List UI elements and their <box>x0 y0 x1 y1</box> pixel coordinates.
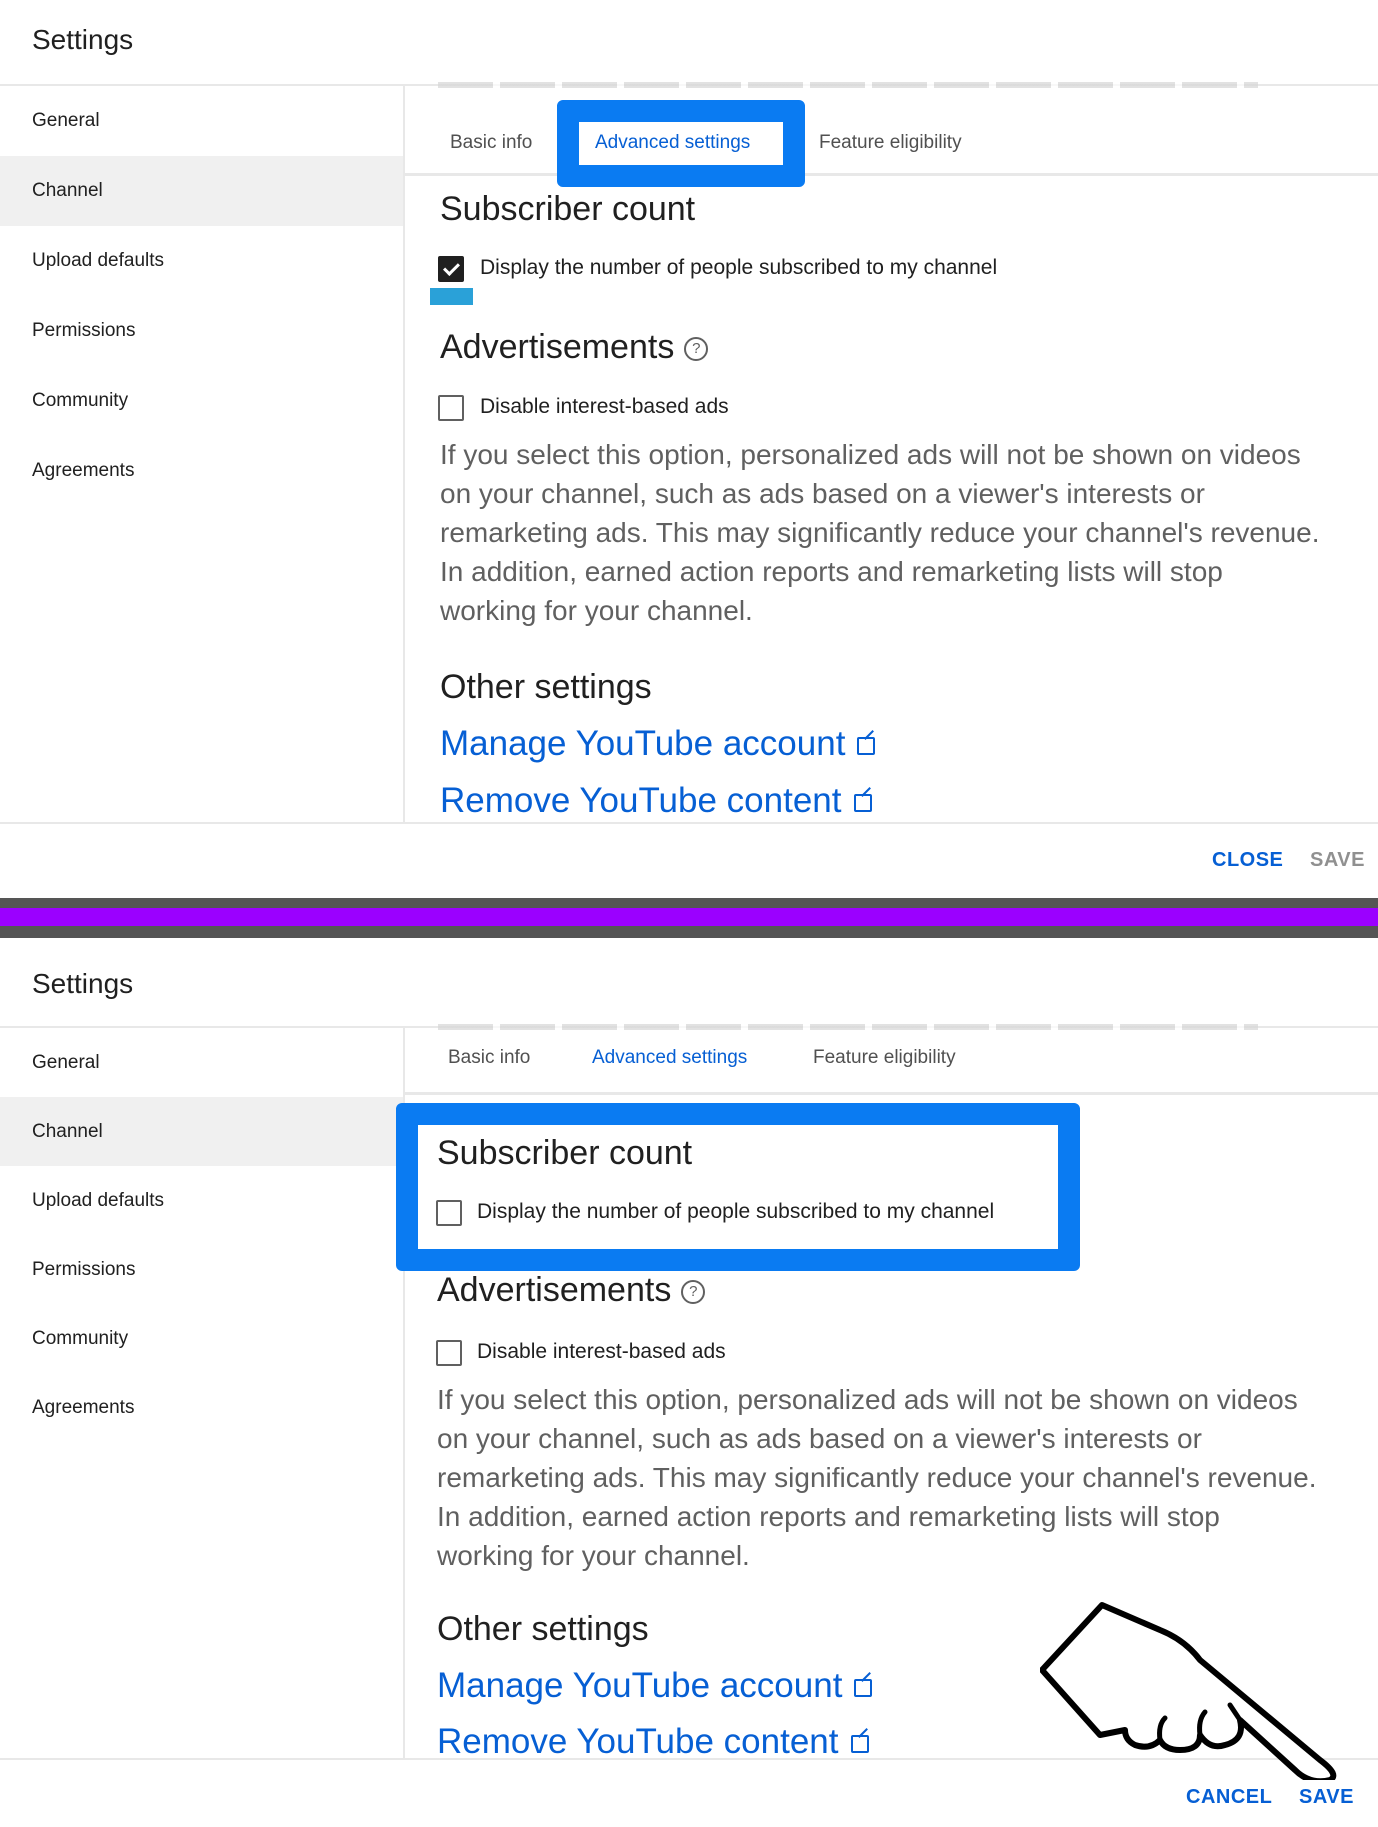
subscriber-count-heading: Subscriber count <box>440 190 696 228</box>
sidebar-item-upload-defaults[interactable]: Upload defaults <box>0 1166 403 1235</box>
disable-ads-label: Disable interest-based ads <box>477 1340 726 1363</box>
advertisements-heading: Advertisements? <box>440 328 709 367</box>
sidebar-item-agreements[interactable]: Agreements <box>0 436 403 506</box>
focus-indicator <box>430 288 473 305</box>
separator-bar <box>0 908 1378 926</box>
external-link-icon <box>850 1734 869 1753</box>
subscriber-count-checkbox[interactable] <box>436 1200 462 1226</box>
sidebar-item-general[interactable]: General <box>0 86 403 156</box>
save-button[interactable]: SAVE <box>1299 1786 1354 1809</box>
external-link-icon <box>854 1678 873 1697</box>
subscriber-count-checkbox[interactable] <box>438 256 464 282</box>
subscriber-count-label: Display the number of people subscribed … <box>477 1200 995 1223</box>
dialog-title: Settings <box>32 24 134 55</box>
subscriber-count-heading: Subscriber count <box>437 1134 693 1172</box>
dialog-title: Settings <box>32 968 134 999</box>
tab-feature-eligibility[interactable]: Feature eligibility <box>813 1028 956 1088</box>
sidebar-item-upload-defaults[interactable]: Upload defaults <box>0 226 403 296</box>
sidebar-item-community[interactable]: Community <box>0 366 403 436</box>
settings-sidebar: General Channel Upload defaults Permissi… <box>0 86 405 822</box>
remove-content-link[interactable]: Remove YouTube content <box>437 1722 869 1762</box>
sidebar-item-channel[interactable]: Channel <box>0 1097 403 1166</box>
pointing-hand-icon <box>1040 1602 1337 1780</box>
tab-advanced-settings[interactable]: Advanced settings <box>592 1028 747 1088</box>
other-settings-heading: Other settings <box>440 668 652 706</box>
ads-description: If you select this option, personalized … <box>437 1384 1317 1571</box>
scrolled-content-fade <box>438 82 1258 88</box>
other-settings-heading: Other settings <box>437 1610 649 1648</box>
subscriber-count-label: Display the number of people subscribed … <box>480 256 998 279</box>
sidebar-item-community[interactable]: Community <box>0 1304 403 1373</box>
tab-feature-eligibility[interactable]: Feature eligibility <box>819 113 962 173</box>
footer-divider <box>0 822 1378 824</box>
sidebar-item-general[interactable]: General <box>0 1028 403 1097</box>
ads-description: If you select this option, personalized … <box>440 439 1320 626</box>
tab-bar: Basic info Advanced settings Feature eli… <box>404 113 1378 176</box>
save-button[interactable]: SAVE <box>1310 849 1365 872</box>
manage-account-link-text[interactable]: Manage YouTube account <box>440 724 845 763</box>
sidebar-item-permissions[interactable]: Permissions <box>0 1235 403 1304</box>
disable-ads-checkbox[interactable] <box>436 1340 462 1366</box>
advertisements-heading-text: Advertisements <box>440 328 675 366</box>
sidebar-item-permissions[interactable]: Permissions <box>0 296 403 366</box>
help-icon[interactable]: ? <box>681 1280 706 1305</box>
close-button[interactable]: CLOSE <box>1212 849 1283 872</box>
cancel-button[interactable]: CANCEL <box>1186 1786 1272 1809</box>
sidebar-item-agreements[interactable]: Agreements <box>0 1373 403 1442</box>
help-icon[interactable]: ? <box>684 337 709 362</box>
remove-content-link-text[interactable]: Remove YouTube content <box>437 1722 839 1761</box>
sidebar-item-channel[interactable]: Channel <box>0 156 403 226</box>
tab-bar: Basic info Advanced settings Feature eli… <box>404 1028 1378 1095</box>
settings-sidebar: General Channel Upload defaults Permissi… <box>0 1028 405 1758</box>
remove-content-link-text[interactable]: Remove YouTube content <box>440 781 842 820</box>
external-link-icon <box>857 736 876 755</box>
tab-basic-info[interactable]: Basic info <box>450 113 532 173</box>
disable-ads-checkbox[interactable] <box>438 395 464 421</box>
manage-account-link[interactable]: Manage YouTube account <box>440 724 876 764</box>
settings-dialog-top: Settings General Channel Upload defaults… <box>0 0 1378 898</box>
advertisements-heading: Advertisements? <box>437 1271 706 1310</box>
disable-ads-label: Disable interest-based ads <box>480 395 729 418</box>
advertisements-heading-text: Advertisements <box>437 1271 672 1309</box>
remove-content-link[interactable]: Remove YouTube content <box>440 781 872 821</box>
subscriber-highlight-box <box>396 1103 1080 1271</box>
manage-account-link-text[interactable]: Manage YouTube account <box>437 1666 842 1705</box>
external-link-icon <box>853 793 872 812</box>
tab-basic-info[interactable]: Basic info <box>448 1028 530 1088</box>
tab-highlight-box <box>557 100 805 187</box>
manage-account-link[interactable]: Manage YouTube account <box>437 1666 873 1706</box>
